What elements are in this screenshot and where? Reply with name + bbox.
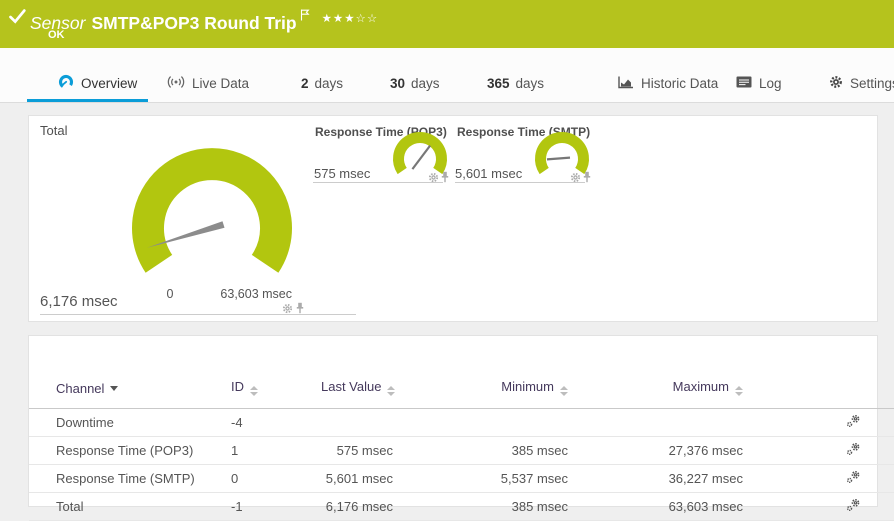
column-header-id[interactable]: ID — [231, 336, 321, 409]
live-icon — [167, 75, 185, 92]
total-gauge-label: Total — [40, 123, 68, 138]
channel-minimum: 5,537 msec — [393, 464, 568, 493]
channel-maximum — [568, 408, 743, 437]
total-gear-icon[interactable] — [282, 303, 293, 314]
tab-label: days — [411, 75, 440, 91]
channel-id: 1 — [231, 436, 321, 465]
total-gauge-divider — [40, 314, 356, 315]
column-header-maximum[interactable]: Maximum — [568, 336, 743, 409]
table-header-row: Channel ID Last Value Minimum Maximum — [29, 336, 894, 409]
tab-30-days[interactable]: 30 days — [390, 66, 440, 100]
tab-bar: Overview Live Data 2 days 30 days 365 days … — [0, 48, 894, 103]
column-header-channel[interactable]: Channel — [29, 336, 231, 409]
tab-label: days — [314, 75, 344, 91]
status-badge: OK — [48, 29, 65, 41]
channel-settings-icon[interactable] — [846, 470, 861, 484]
tab-label: Historic Data — [641, 75, 719, 91]
channel-settings-icon[interactable] — [846, 498, 861, 512]
column-header-last-value[interactable]: Last Value — [321, 336, 396, 409]
pop3-gauge-value: 575 msec — [314, 166, 371, 181]
pop3-gear-icon[interactable] — [428, 172, 439, 183]
channel-id: -4 — [231, 408, 321, 437]
channel-settings-icon[interactable] — [846, 414, 861, 428]
priority-stars[interactable]: ★★★☆☆ — [322, 11, 379, 25]
table-row: Downtime -4 — [29, 408, 894, 437]
tab-2-days[interactable]: 2 days — [301, 66, 343, 100]
gauges-panel: Total 0 63,603 msec 6,176 msec Response … — [28, 115, 878, 322]
pop3-gauge-divider — [313, 182, 443, 183]
total-pin-icon[interactable] — [295, 302, 305, 314]
total-gauge-value: 6,176 msec — [40, 293, 118, 310]
channel-last-value: 5,601 msec — [321, 464, 393, 493]
smtp-gear-icon[interactable] — [570, 172, 581, 183]
gauge-icon — [58, 74, 74, 93]
channel-minimum — [393, 408, 568, 437]
tab-label: Settings — [850, 75, 894, 91]
flag-icon[interactable] — [300, 5, 310, 26]
channel-name: Response Time (SMTP) — [29, 464, 231, 493]
channel-settings-icon[interactable] — [846, 442, 861, 456]
tab-number: 2 — [301, 75, 309, 91]
log-icon — [736, 76, 752, 91]
channel-last-value: 575 msec — [321, 436, 393, 465]
gear-icon — [829, 75, 843, 92]
tab-log[interactable]: Log — [736, 66, 782, 100]
column-header-minimum[interactable]: Minimum — [393, 336, 568, 409]
sort-icon — [250, 386, 258, 396]
sensor-page: Sensor SMTP&POP3 Round Trip ★★★☆☆ OK Overv… — [0, 0, 894, 521]
column-header-actions — [743, 336, 894, 409]
tab-365-days[interactable]: 365 days — [487, 66, 544, 100]
tab-label: Overview — [81, 75, 138, 91]
total-gauge-scale-max: 63,603 msec — [220, 287, 292, 301]
tab-label: Live Data — [192, 75, 250, 91]
chart-icon — [618, 75, 634, 92]
channel-last-value — [321, 408, 393, 437]
tab-settings[interactable]: Settings — [829, 66, 894, 100]
tab-overview[interactable]: Overview — [58, 66, 137, 100]
channel-minimum: 385 msec — [393, 436, 568, 465]
channel-name: Response Time (POP3) — [29, 436, 231, 465]
table-row: Response Time (POP3) 1 575 msec 385 msec… — [29, 436, 894, 465]
sensor-title-line: Sensor SMTP&POP3 Round Trip ★★★☆☆ — [30, 5, 378, 34]
smtp-pin-icon[interactable] — [582, 171, 592, 183]
smtp-gauge-value: 5,601 msec — [455, 166, 523, 181]
tab-historic-data[interactable]: Historic Data — [618, 66, 718, 100]
tab-label: Log — [759, 75, 782, 91]
sort-icon — [387, 386, 396, 396]
page-title: SMTP&POP3 Round Trip — [91, 13, 297, 33]
sort-icon — [560, 386, 568, 396]
channel-maximum: 36,227 msec — [568, 464, 743, 493]
tab-number: 30 — [390, 75, 406, 91]
sort-desc-icon — [110, 386, 119, 391]
table-row: Response Time (SMTP) 0 5,601 msec 5,537 … — [29, 464, 894, 493]
total-gauge — [102, 123, 322, 308]
channel-id: 0 — [231, 464, 321, 493]
tab-label: days — [515, 75, 545, 91]
check-ok-icon — [9, 9, 26, 29]
active-tab-underline — [27, 99, 148, 102]
pop3-pin-icon[interactable] — [440, 171, 450, 183]
tab-live-data[interactable]: Live Data — [167, 66, 249, 100]
channels-table: Channel ID Last Value Minimum Maximum Do… — [29, 336, 894, 521]
channels-panel: Channel ID Last Value Minimum Maximum Do… — [28, 335, 894, 521]
tab-number: 365 — [487, 75, 510, 91]
smtp-gauge-divider — [455, 182, 585, 183]
channel-maximum: 27,376 msec — [568, 436, 743, 465]
sensor-status-header: Sensor SMTP&POP3 Round Trip ★★★☆☆ OK — [0, 0, 894, 48]
sort-icon — [735, 386, 743, 396]
channel-name: Downtime — [29, 408, 231, 437]
